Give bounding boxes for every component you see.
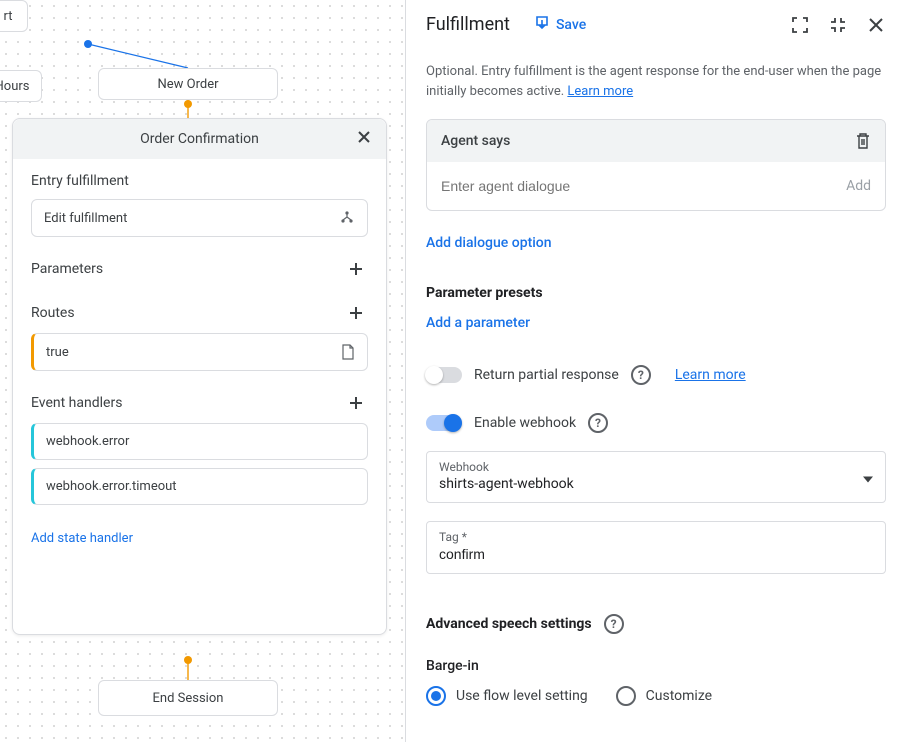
agent-says-box: Agent says Add [426, 119, 886, 211]
node-label: End Session [153, 691, 224, 706]
event-handlers-heading: Event handlers [31, 395, 122, 411]
agent-says-label: Agent says [441, 133, 510, 149]
return-partial-response-label: Return partial response [474, 367, 619, 383]
add-parameter-link[interactable]: Add a parameter [426, 315, 886, 331]
enable-webhook-label: Enable webhook [474, 415, 576, 431]
plus-icon [347, 394, 365, 412]
close-pane-button[interactable] [866, 15, 886, 35]
event-handler-item[interactable]: webhook.error.timeout [31, 468, 368, 505]
panel-header: Order Confirmation [13, 119, 386, 159]
delete-agent-says-button[interactable] [855, 132, 871, 150]
flow-canvas[interactable]: rt Hours New Order Order Confirmation En… [0, 0, 405, 742]
help-button[interactable]: ? [631, 365, 651, 385]
trash-icon [855, 132, 871, 150]
fulfillment-header: Fulfillment Save [406, 0, 906, 50]
save-button[interactable]: Save [534, 15, 586, 35]
description-text: Optional. Entry fulfillment is the agent… [426, 64, 881, 99]
plus-icon [347, 304, 365, 322]
panel-title: Order Confirmation [140, 131, 259, 147]
barge-in-heading: Barge-in [426, 658, 886, 674]
parameter-presets-heading: Parameter presets [426, 285, 886, 301]
radio-flow-level[interactable]: Use flow level setting [426, 686, 588, 706]
routes-heading: Routes [31, 305, 75, 321]
parameters-heading: Parameters [31, 261, 103, 277]
webhook-value: shirts-agent-webhook [439, 476, 873, 492]
close-icon [868, 17, 884, 33]
route-item[interactable]: true [31, 333, 368, 371]
node-label: New Order [157, 77, 218, 92]
webhook-field-label: Webhook [439, 460, 873, 474]
webhook-select[interactable]: Webhook shirts-agent-webhook [426, 451, 886, 503]
tag-field-label: Tag * [439, 530, 873, 544]
tag-input[interactable] [439, 546, 873, 562]
node-new-order[interactable]: New Order [98, 68, 278, 100]
learn-more-link[interactable]: Learn more [675, 367, 746, 383]
radio-label: Customize [646, 688, 712, 704]
learn-more-link[interactable]: Learn more [567, 84, 633, 99]
add-state-handler-link[interactable]: Add state handler [31, 531, 133, 546]
dropdown-icon [863, 468, 873, 487]
connector-dot [84, 40, 92, 48]
edit-fulfillment-label: Edit fulfillment [44, 211, 127, 226]
node-label: rt [4, 9, 13, 24]
radio-icon [426, 686, 446, 706]
connector-dot [184, 656, 192, 664]
add-dialogue-button[interactable]: Add [846, 178, 871, 194]
node-start[interactable]: rt [0, 0, 28, 32]
add-route-button[interactable] [344, 301, 368, 325]
close-button[interactable] [352, 127, 376, 151]
tag-field[interactable]: Tag * [426, 521, 886, 574]
fulfillment-description: Optional. Entry fulfillment is the agent… [426, 62, 886, 101]
add-parameter-button[interactable] [344, 257, 368, 281]
fulfillment-icon [339, 210, 355, 226]
entry-fulfillment-heading: Entry fulfillment [31, 173, 368, 189]
close-icon [356, 129, 372, 149]
edit-fulfillment-card[interactable]: Edit fulfillment [31, 199, 368, 237]
node-end-session[interactable]: End Session [98, 680, 278, 716]
plus-icon [347, 260, 365, 278]
collapse-button[interactable] [828, 15, 848, 35]
fullscreen-button[interactable] [790, 15, 810, 35]
advanced-speech-heading: Advanced speech settings [426, 616, 592, 632]
connector-dot [184, 100, 192, 108]
add-event-handler-button[interactable] [344, 391, 368, 415]
agent-dialogue-input[interactable] [441, 178, 834, 194]
radio-label: Use flow level setting [456, 688, 588, 704]
fulfillment-pane: Fulfillment Save [405, 0, 906, 742]
panel-body: Entry fulfillment Edit fulfillment Param… [13, 159, 386, 634]
fullscreen-icon [792, 17, 808, 33]
save-icon [534, 15, 550, 35]
event-handler-item[interactable]: webhook.error [31, 423, 368, 460]
radio-icon [616, 686, 636, 706]
node-hours[interactable]: Hours [0, 70, 42, 102]
page-icon [341, 344, 355, 360]
help-button[interactable]: ? [604, 614, 624, 634]
fulfillment-title: Fulfillment [426, 14, 510, 35]
radio-customize[interactable]: Customize [616, 686, 712, 706]
return-partial-response-toggle[interactable] [426, 367, 462, 383]
page-panel-order-confirmation: Order Confirmation Entry fulfillment Edi… [12, 118, 387, 635]
collapse-icon [830, 17, 846, 33]
save-label: Save [556, 17, 586, 33]
route-label: true [46, 345, 69, 360]
event-handler-label: webhook.error [46, 434, 129, 449]
add-dialogue-option-link[interactable]: Add dialogue option [426, 235, 886, 251]
event-handler-label: webhook.error.timeout [46, 479, 177, 494]
enable-webhook-toggle[interactable] [426, 415, 462, 431]
help-button[interactable]: ? [588, 413, 608, 433]
node-label: Hours [0, 79, 30, 94]
